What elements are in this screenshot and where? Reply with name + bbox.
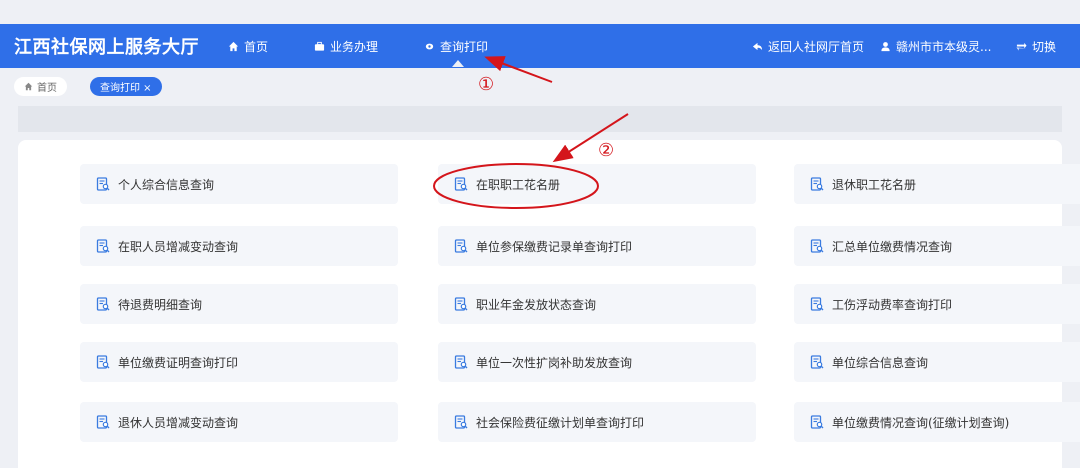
user-account-label: 赣州市市本级灵... xyxy=(896,40,992,54)
card-retiree-changes[interactable]: 退休人员增减变动查询 xyxy=(80,402,398,442)
document-search-icon xyxy=(454,177,468,191)
briefcase-icon xyxy=(314,41,325,51)
card-label: 社会保险费征缴计划单查询打印 xyxy=(476,415,645,430)
home-icon xyxy=(24,82,33,91)
card-employee-changes[interactable]: 在职人员增减变动查询 xyxy=(80,226,398,266)
back-to-portal-label: 返回人社网厅首页 xyxy=(768,40,865,54)
switch-icon xyxy=(1016,42,1027,51)
document-search-icon xyxy=(810,297,824,311)
card-label: 汇总单位缴费情况查询 xyxy=(832,239,953,254)
card-label: 单位缴费情况查询(征缴计划查询) xyxy=(832,415,1010,430)
card-label: 单位参保缴费记录单查询打印 xyxy=(476,239,633,254)
active-nav-indicator xyxy=(452,60,464,67)
card-payment-records[interactable]: 单位参保缴费记录单查询打印 xyxy=(438,226,756,266)
document-search-icon xyxy=(454,297,468,311)
tab-query-print-label: 查询打印 × xyxy=(100,83,152,94)
document-search-icon xyxy=(96,297,110,311)
back-to-portal-link[interactable]: 返回人社网厅首页 xyxy=(752,38,864,55)
document-search-icon xyxy=(454,415,468,429)
card-label: 在职人员增减变动查询 xyxy=(118,239,239,254)
card-label: 在职职工花名册 xyxy=(476,177,561,192)
top-nav-bar: 江西社保网上服务大厅 首页 业务办理 查询打印 返回人社网厅首页 赣州市市本级灵… xyxy=(0,24,1080,68)
document-search-icon xyxy=(454,355,468,369)
document-search-icon xyxy=(96,239,110,253)
user-account[interactable]: 赣州市市本级灵... xyxy=(880,38,991,55)
switch-button[interactable]: 切换 xyxy=(1016,38,1056,55)
tab-home-label: 首页 xyxy=(37,83,57,94)
card-label: 待退费明细查询 xyxy=(118,297,203,312)
document-search-icon xyxy=(96,177,110,191)
annotation-marker-2: ② xyxy=(598,140,615,161)
card-label: 个人综合信息查询 xyxy=(118,177,215,192)
card-summary-payment[interactable]: 汇总单位缴费情况查询 xyxy=(794,226,1080,266)
nav-home[interactable]: 首页 xyxy=(228,38,268,55)
tab-strip: 首页 查询打印 × xyxy=(0,68,1080,106)
nav-business[interactable]: 业务办理 xyxy=(314,38,378,55)
site-title[interactable]: 江西社保网上服务大厅 xyxy=(14,33,199,59)
document-search-icon xyxy=(96,415,110,429)
card-expansion-subsidy[interactable]: 单位一次性扩岗补助发放查询 xyxy=(438,342,756,382)
card-label: 工伤浮动费率查询打印 xyxy=(832,297,953,312)
tab-home[interactable]: 首页 xyxy=(14,77,67,96)
document-search-icon xyxy=(810,239,824,253)
card-injury-rate[interactable]: 工伤浮动费率查询打印 xyxy=(794,284,1080,324)
card-annuity-status[interactable]: 职业年金发放状态查询 xyxy=(438,284,756,324)
nav-query-print-label: 查询打印 xyxy=(440,40,489,54)
card-employee-roster[interactable]: 在职职工花名册 xyxy=(438,164,756,204)
card-retiree-roster[interactable]: 退休职工花名册 xyxy=(794,164,1080,204)
document-search-icon xyxy=(810,355,824,369)
card-label: 单位缴费证明查询打印 xyxy=(118,355,239,370)
document-search-icon xyxy=(96,355,110,369)
tab-query-print[interactable]: 查询打印 × xyxy=(90,77,162,96)
nav-home-label: 首页 xyxy=(244,40,269,54)
card-label: 单位一次性扩岗补助发放查询 xyxy=(476,355,633,370)
back-arrow-icon xyxy=(752,42,763,51)
card-label: 退休职工花名册 xyxy=(832,177,917,192)
annotation-marker-1: ① xyxy=(478,74,495,95)
user-icon xyxy=(881,42,890,52)
query-icon xyxy=(425,43,434,50)
content-header-strip xyxy=(18,106,1062,132)
switch-label: 切换 xyxy=(1032,40,1057,54)
card-pending-refund[interactable]: 待退费明细查询 xyxy=(80,284,398,324)
document-search-icon xyxy=(810,177,824,191)
nav-query-print[interactable]: 查询打印 xyxy=(424,38,488,55)
home-icon xyxy=(228,41,239,52)
card-payment-certificate[interactable]: 单位缴费证明查询打印 xyxy=(80,342,398,382)
card-label: 退休人员增减变动查询 xyxy=(118,415,239,430)
card-label: 职业年金发放状态查询 xyxy=(476,297,597,312)
document-search-icon xyxy=(810,415,824,429)
query-menu-panel: 个人综合信息查询 在职职工花名册 退休职工花名册 在职人员增减变动查询 单位参保… xyxy=(18,140,1080,468)
card-label: 单位综合信息查询 xyxy=(832,355,929,370)
card-collection-plan[interactable]: 社会保险费征缴计划单查询打印 xyxy=(438,402,756,442)
nav-business-label: 业务办理 xyxy=(330,40,379,54)
document-search-icon xyxy=(454,239,468,253)
card-personal-info[interactable]: 个人综合信息查询 xyxy=(80,164,398,204)
card-unit-info[interactable]: 单位综合信息查询 xyxy=(794,342,1080,382)
card-unit-payment-plan[interactable]: 单位缴费情况查询(征缴计划查询) xyxy=(794,402,1080,442)
